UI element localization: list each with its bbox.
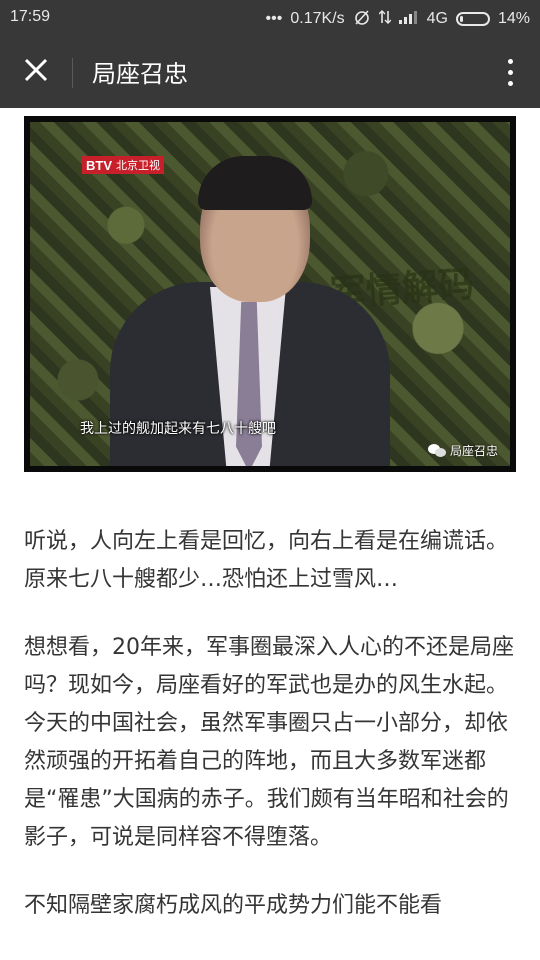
data-transfer-icon (378, 9, 392, 28)
close-icon (23, 57, 49, 87)
more-vertical-icon-dot (507, 58, 513, 64)
status-bar: 17:59 ••• 0.17K/s 4G 14% (0, 0, 540, 36)
network-type: 4G (426, 9, 448, 27)
article-image[interactable]: 军情解码 BTV 北京卫视 我上过的舰加起来有七八十艘吧 局座召忠 (24, 116, 516, 472)
status-icons: ••• 0.17K/s 4G 14% (266, 8, 530, 29)
signal-icon (398, 10, 419, 27)
wechat-icon (427, 443, 446, 458)
tv-channel-logo: BTV 北京卫视 (82, 156, 164, 174)
battery-percent: 14% (497, 9, 530, 27)
status-time: 17:59 (10, 8, 51, 25)
title-bar: 局座召忠 (0, 36, 540, 108)
video-still: 军情解码 BTV 北京卫视 我上过的舰加起来有七八十艘吧 局座召忠 (30, 122, 510, 466)
page-title: 局座召忠 (92, 60, 188, 88)
more-options-button[interactable] (498, 54, 522, 90)
tv-channel-name: 北京卫视 (116, 160, 160, 172)
paragraph: 不知隔壁家腐朽成风的平成势力们能不能看 (24, 893, 443, 918)
image-watermark: 局座召忠 (427, 442, 498, 459)
battery-icon (455, 11, 490, 26)
notification-dots: ••• (265, 9, 283, 27)
paragraph: 想想看，20年来，军事圈最深入人心的不还是局座吗？现如今，局座看好的军武也是办的… (24, 635, 514, 850)
net-speed: 0.17K/s (290, 9, 345, 27)
alarm-off-icon (353, 8, 371, 29)
more-vertical-icon-dot (507, 80, 513, 86)
person-hair (198, 156, 312, 210)
article-body: 听说，人向左上看是回忆，向右上看是在编谎话。原来七八十艘都少…恐怕还上过雪风… … (24, 523, 516, 955)
paragraph: 听说，人向左上看是回忆，向右上看是在编谎话。原来七八十艘都少…恐怕还上过雪风… (24, 529, 509, 592)
title-divider (72, 58, 73, 88)
tv-logo-text: BTV (86, 157, 112, 173)
close-button[interactable] (18, 54, 54, 90)
video-subtitle: 我上过的舰加起来有七八十艘吧 (80, 421, 276, 437)
more-vertical-icon-dot (507, 69, 513, 75)
watermark-text: 局座召忠 (449, 444, 498, 458)
